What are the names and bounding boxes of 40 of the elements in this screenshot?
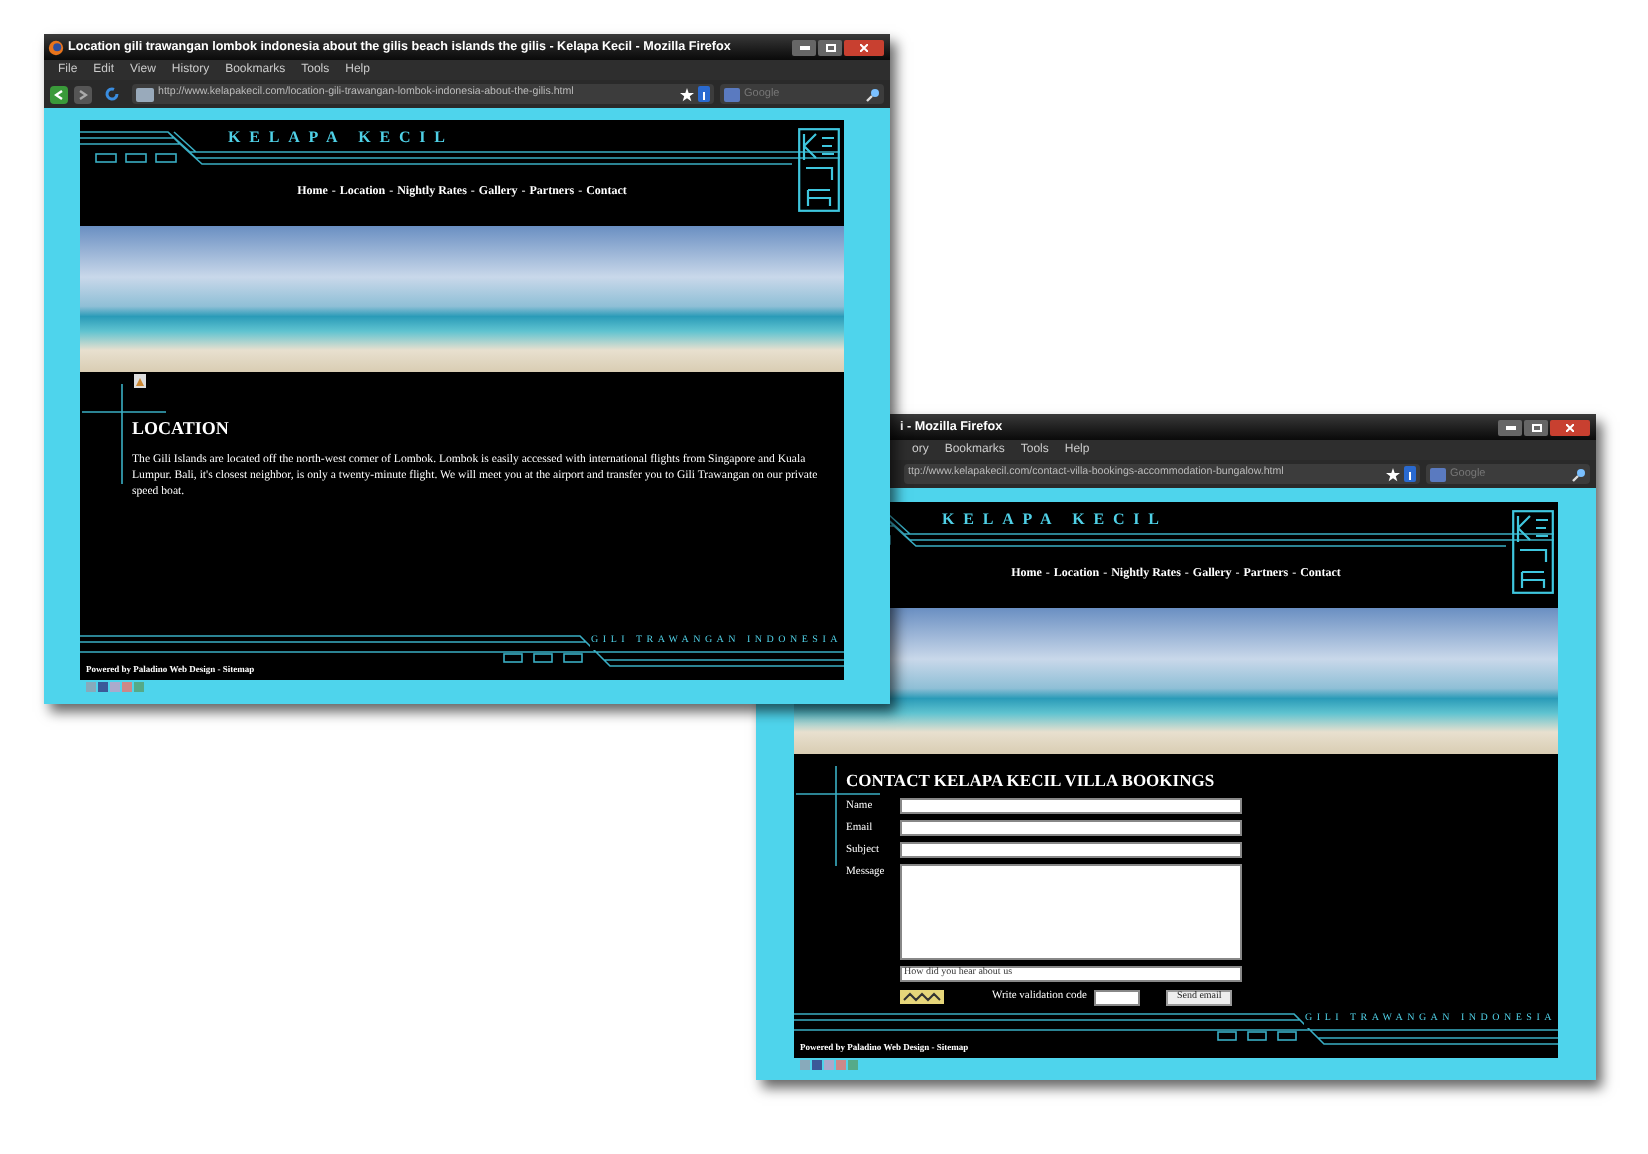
minimize-button[interactable]: [1498, 419, 1522, 435]
search-engine-icon: [1430, 467, 1446, 481]
minimize-icon: [1505, 425, 1515, 429]
search-icon[interactable]: [1572, 467, 1586, 481]
maximize-button[interactable]: [1524, 419, 1548, 435]
minimize-icon: [799, 45, 809, 49]
logo-icon: [798, 128, 840, 212]
section-heading: CONTACT KELAPA KECIL VILLA BOOKINGS: [846, 768, 1215, 794]
logo-icon: [1512, 510, 1554, 594]
search-engine-icon: [724, 87, 740, 101]
site-brand: KELAPA KECIL: [942, 508, 1168, 532]
maximize-button[interactable]: [818, 39, 842, 55]
close-button[interactable]: [1550, 419, 1590, 435]
social-icons-drawing: [86, 682, 146, 694]
forward-button[interactable]: [74, 85, 92, 103]
back-button[interactable]: [50, 85, 68, 103]
star-icon[interactable]: [1386, 467, 1400, 481]
maximize-icon: [825, 43, 835, 51]
close-icon: [1566, 423, 1574, 431]
broken-image-icon: [134, 374, 146, 388]
info-icon[interactable]: [1404, 466, 1416, 482]
minimize-button[interactable]: [792, 39, 816, 55]
site-icon: [136, 87, 154, 101]
captcha-image: [900, 990, 944, 1004]
input-field[interactable]: [900, 798, 1242, 814]
close-button[interactable]: [844, 39, 884, 55]
reload-icon[interactable]: [104, 86, 120, 102]
maximize-icon: [1531, 423, 1541, 431]
star-icon[interactable]: [680, 87, 694, 101]
search-icon[interactable]: [866, 87, 880, 101]
input-field[interactable]: [900, 820, 1242, 836]
info-icon[interactable]: [698, 86, 710, 102]
fox-icon: [48, 39, 64, 55]
input-field[interactable]: [900, 842, 1242, 858]
validation-code-field[interactable]: [1094, 989, 1141, 1005]
close-icon: [860, 43, 868, 51]
message-field[interactable]: [900, 864, 1242, 960]
site-brand: KELAPA KECIL: [228, 126, 454, 150]
section-heading: LOCATION: [132, 416, 229, 442]
social-icons-drawing: [800, 1060, 860, 1072]
